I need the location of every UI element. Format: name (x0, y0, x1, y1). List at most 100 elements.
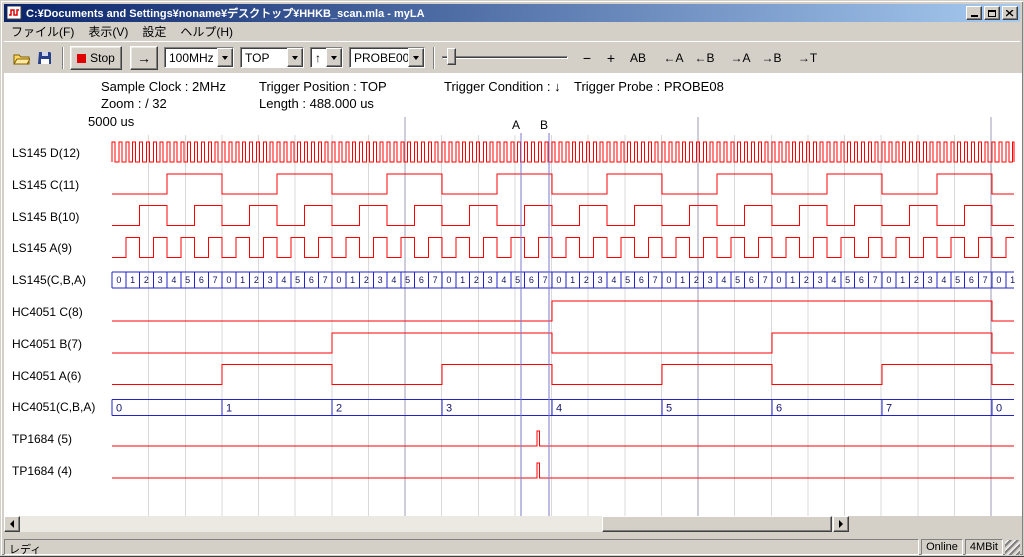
bus-value: 7 (213, 275, 218, 285)
slider-track[interactable] (442, 56, 568, 59)
bus-value: 0 (776, 275, 781, 285)
bus-value: 3 (446, 402, 452, 414)
bus-value: 5 (185, 275, 190, 285)
app-window: C:¥Documents and Settings¥noname¥デスクトップ¥… (0, 0, 1024, 556)
bus-value: 2 (584, 275, 589, 285)
bus-value: 6 (199, 275, 204, 285)
bus-value: 5 (405, 275, 410, 285)
wave-square (112, 174, 1014, 194)
bus-value: 6 (969, 275, 974, 285)
bus-value: 0 (666, 275, 671, 285)
bus-value: 7 (543, 275, 548, 285)
chevron-down-icon[interactable] (408, 48, 424, 67)
bus-value: 7 (653, 275, 658, 285)
bus-value: 4 (831, 275, 836, 285)
bus-value: 0 (886, 275, 891, 285)
scroll-left-button[interactable] (4, 516, 20, 532)
minimize-button[interactable] (966, 6, 982, 20)
floppy-disk-icon (38, 51, 52, 65)
bus-value: 6 (749, 275, 754, 285)
clock-select[interactable]: 100MHz (164, 47, 234, 68)
chevron-down-icon[interactable] (217, 48, 233, 67)
bus-value: 1 (240, 275, 245, 285)
menubar: ファイル(F) 表示(V) 設定 ヘルプ(H) (4, 22, 1020, 41)
bus-value: 7 (323, 275, 328, 285)
zoom-out-button[interactable]: − (576, 47, 598, 69)
chevron-down-icon[interactable] (287, 48, 303, 67)
horizontal-scrollbar[interactable] (4, 516, 849, 532)
bus-value: 6 (859, 275, 864, 285)
bus-value: 4 (941, 275, 946, 285)
bus-value: 0 (336, 275, 341, 285)
goto-b-left-button[interactable]: ←B (690, 47, 719, 69)
bus-value: 3 (158, 275, 163, 285)
bus-value: 3 (378, 275, 383, 285)
menu-file[interactable]: ファイル(F) (4, 21, 81, 42)
stop-icon (77, 54, 86, 63)
stop-button[interactable]: Stop (70, 46, 122, 70)
bus-value: 0 (446, 275, 451, 285)
bus-value: 0 (996, 402, 1002, 414)
close-icon (1006, 10, 1014, 17)
bus-value: 4 (721, 275, 726, 285)
bus-value: 3 (268, 275, 273, 285)
menu-view[interactable]: 表示(V) (81, 21, 135, 42)
bus-value: 7 (433, 275, 438, 285)
wave-flat (112, 431, 1014, 446)
scroll-right-button[interactable] (833, 516, 849, 532)
toolbar-separator (433, 47, 435, 69)
bus-value: 2 (336, 402, 342, 414)
titlebar: C:¥Documents and Settings¥noname¥デスクトップ¥… (4, 4, 1020, 22)
goto-trigger-button[interactable]: →T (793, 47, 822, 69)
resize-grip[interactable] (1005, 540, 1020, 555)
cursor-A-label: A (512, 118, 520, 132)
bus-value: 0 (116, 402, 122, 414)
bus-value: 1 (1010, 275, 1015, 285)
trigger-edge-select[interactable]: ↑ (310, 47, 343, 68)
bus-value: 5 (515, 275, 520, 285)
close-button[interactable] (1002, 6, 1018, 20)
menu-help[interactable]: ヘルプ(H) (173, 21, 240, 42)
bus-value: 7 (983, 275, 988, 285)
bus-value: 1 (350, 275, 355, 285)
bus-value: 4 (611, 275, 616, 285)
statusbar: レディ Online 4MBit (4, 537, 1020, 555)
goto-a-right-button[interactable]: →A (726, 47, 755, 69)
goto-a-left-button[interactable]: ←A (659, 47, 688, 69)
zoom-in-button[interactable]: + (600, 47, 622, 69)
ab-button[interactable]: AB (624, 47, 652, 69)
bus-value: 5 (845, 275, 850, 285)
bus-value: 1 (130, 275, 135, 285)
bus-value: 4 (171, 275, 176, 285)
bus-value: 1 (680, 275, 685, 285)
stop-label: Stop (90, 51, 115, 65)
maximize-button[interactable] (984, 6, 1000, 20)
toolbar: Stop → 100MHz TOP ↑ PROBE00 − + AB ←A ←B… (4, 41, 1020, 73)
bus-value: 5 (625, 275, 630, 285)
bus-value: 5 (735, 275, 740, 285)
bus-value: 7 (886, 402, 892, 414)
wave-square (112, 333, 1014, 353)
probe-select[interactable]: PROBE00 (349, 47, 425, 68)
bus-value: 3 (488, 275, 493, 285)
run-button[interactable]: → (130, 46, 158, 70)
chevron-down-icon[interactable] (326, 48, 342, 67)
bus-value: 1 (900, 275, 905, 285)
menu-settings[interactable]: 設定 (135, 21, 173, 42)
scroll-thumb[interactable] (602, 516, 832, 532)
save-button[interactable] (33, 47, 57, 69)
arrow-left-icon (6, 520, 14, 528)
wave-pulses (112, 142, 1014, 162)
slider-thumb[interactable] (447, 48, 456, 65)
bus-value: 5 (955, 275, 960, 285)
trigger-position-select[interactable]: TOP (240, 47, 304, 68)
open-button[interactable] (9, 47, 33, 69)
bus-value: 5 (295, 275, 300, 285)
goto-b-right-button[interactable]: →B (757, 47, 786, 69)
bus-value: 0 (116, 275, 121, 285)
window-title: C:¥Documents and Settings¥noname¥デスクトップ¥… (26, 5, 964, 21)
zoom-slider[interactable] (442, 47, 568, 68)
arrow-right-icon (839, 520, 847, 528)
bus-value: 6 (776, 402, 782, 414)
bus-value: 2 (364, 275, 369, 285)
